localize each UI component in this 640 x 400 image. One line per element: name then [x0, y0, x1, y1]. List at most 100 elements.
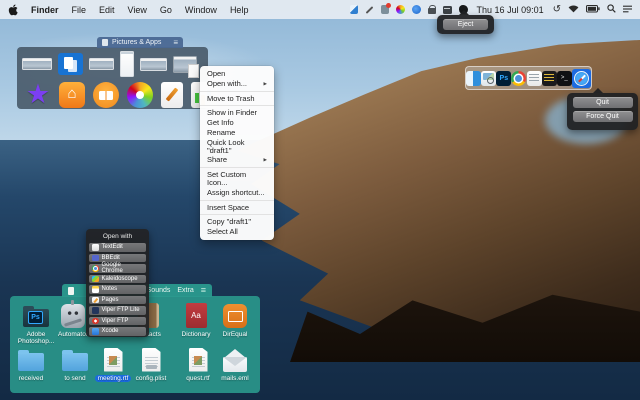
open-with-bbedit[interactable]: BBEdit	[89, 254, 146, 263]
selected-copy-thumbnail[interactable]	[58, 53, 83, 75]
hamburger-menu-icon[interactable]: ≡	[201, 286, 206, 295]
desktop: Finder File Edit View Go Window Help Thu…	[0, 0, 640, 400]
shelf-item-dictionary[interactable]: Aa Dictionary	[174, 302, 218, 338]
imovie-icon[interactable]: ★	[25, 82, 51, 108]
photoshop-icon[interactable]: Ps	[496, 71, 511, 86]
shelf-item-config-plist[interactable]: config.plist	[129, 346, 173, 382]
tab-document-icon	[68, 287, 74, 295]
menu-edit[interactable]: Edit	[99, 5, 115, 15]
tab-extra[interactable]: Extra	[177, 287, 193, 294]
menu-item-assign-shortcut[interactable]: Assign shortcut...	[200, 188, 274, 198]
open-with-textedit[interactable]: TextEdit	[89, 243, 146, 252]
menu-file[interactable]: File	[72, 5, 87, 15]
menu-help[interactable]: Help	[230, 5, 249, 15]
menu-view[interactable]: View	[128, 5, 147, 15]
menu-item-insert-space[interactable]: Insert Space	[200, 203, 274, 213]
menu-go[interactable]: Go	[160, 5, 172, 15]
chrome-icon[interactable]	[511, 71, 526, 86]
window-thumbnail[interactable]	[173, 56, 197, 73]
menu-item-rename[interactable]: Rename	[200, 128, 274, 138]
eject-button[interactable]: Eject	[443, 19, 488, 30]
shelf-item-received[interactable]: received	[9, 346, 53, 382]
selected-app-highlight	[572, 69, 591, 88]
menu-item-label: Move to Trash	[207, 95, 255, 103]
submenu-arrow-icon: ▶	[264, 80, 267, 88]
time-machine-icon[interactable]: ↺	[553, 5, 561, 14]
plist-document-icon	[142, 348, 161, 372]
terminal-icon[interactable]: >_	[557, 71, 572, 86]
pictures-apps-tab-title: Pictures & Apps	[112, 39, 161, 46]
item-label: quest.rtf	[186, 375, 209, 382]
menu-item-show-in-finder[interactable]: Show in Finder	[200, 108, 274, 118]
status-app-icon[interactable]	[350, 5, 358, 14]
spotlight-search-icon[interactable]	[607, 4, 616, 15]
item-label: received	[19, 375, 44, 382]
pictures-apps-tab[interactable]: Pictures & Apps ≡	[97, 37, 183, 48]
menu-item-share[interactable]: Share▶	[200, 155, 274, 165]
open-with-kaleidoscope[interactable]: Kaleidoscope	[89, 275, 146, 284]
viper-ftp-lite-icon	[92, 307, 99, 314]
menu-item-open[interactable]: Open	[200, 69, 274, 79]
thumbnail-row	[22, 51, 203, 77]
notes-icon	[92, 286, 99, 293]
books-icon[interactable]	[93, 82, 119, 108]
quit-button[interactable]: Quit	[573, 97, 633, 108]
menu-item-set-custom-icon[interactable]: Set Custom Icon...	[200, 170, 274, 188]
shelf-item-mails-eml[interactable]: mails.eml	[213, 346, 257, 382]
open-with-xcode[interactable]: Xcode	[89, 327, 146, 336]
chrome-icon	[92, 265, 99, 272]
screenshot-thumbnail[interactable]	[22, 58, 52, 70]
screenshot-thumbnail[interactable]	[140, 58, 167, 71]
photoshop-folder-icon: Ps	[23, 309, 49, 327]
home-app-icon[interactable]: ⌂	[59, 82, 85, 108]
menu-window[interactable]: Window	[185, 5, 217, 15]
color-wheel-status-icon[interactable]	[396, 5, 405, 14]
menu-item-label: Insert Space	[207, 204, 249, 212]
document-thumbnail[interactable]	[120, 51, 134, 77]
screenshot-thumbnail[interactable]	[89, 58, 114, 70]
menu-item-get-info[interactable]: Get Info	[200, 118, 274, 128]
lock-status-icon[interactable]	[428, 8, 436, 14]
popover-arrow	[593, 88, 603, 93]
pencil-status-icon[interactable]	[365, 6, 373, 14]
shelf-item-direqual[interactable]: DirEqual	[213, 302, 257, 338]
code-editor-icon[interactable]	[542, 71, 557, 86]
item-label: Dictionary	[182, 331, 211, 338]
menu-item-quick-look[interactable]: Quick Look "draft1"	[200, 138, 274, 156]
menu-item-label: Set Custom Icon...	[207, 171, 267, 187]
kaleidoscope-icon	[92, 276, 99, 283]
preview-icon[interactable]	[481, 71, 496, 86]
blue-circle-status-icon[interactable]	[412, 5, 421, 14]
menu-item-open-with[interactable]: Open with...▶	[200, 79, 274, 89]
menu-item-select-all[interactable]: Select All	[200, 227, 274, 237]
menu-separator	[200, 200, 274, 201]
app-label: Xcode	[102, 328, 119, 334]
photos-icon[interactable]	[127, 82, 153, 108]
open-with-pages[interactable]: Pages	[89, 296, 146, 305]
menu-bar-clock[interactable]: Thu 16 Jul 09:01	[477, 5, 544, 15]
tab-sounds[interactable]: Sounds	[147, 287, 171, 294]
safari-icon[interactable]	[574, 71, 589, 86]
open-with-notes[interactable]: Notes	[89, 285, 146, 294]
finder-icon[interactable]	[466, 71, 481, 86]
menu-item-move-to-trash[interactable]: Move to Trash	[200, 94, 274, 104]
badged-app-status-icon[interactable]	[381, 5, 389, 14]
wifi-icon[interactable]	[568, 4, 579, 15]
menu-finder[interactable]: Finder	[31, 5, 59, 15]
pages-icon[interactable]	[161, 82, 183, 108]
battery-icon[interactable]	[586, 5, 600, 15]
force-quit-button[interactable]: Force Quit	[573, 111, 633, 122]
apple-menu-icon[interactable]	[8, 4, 18, 16]
open-with-menu: Open with TextEdit BBEdit Google Chrome …	[86, 229, 149, 337]
item-label: config.plist	[136, 375, 167, 382]
menu-item-label: Copy "draft1"	[207, 218, 251, 226]
notification-center-icon[interactable]	[623, 5, 632, 15]
app-label: Viper FTP Lite	[102, 307, 140, 313]
open-with-viper-ftp-lite[interactable]: Viper FTP Lite	[89, 306, 146, 315]
open-with-viper-ftp[interactable]: Viper FTP	[89, 317, 146, 326]
eject-menu-icon[interactable]	[443, 6, 452, 14]
menu-item-copy[interactable]: Copy "draft1"	[200, 217, 274, 227]
textedit-icon[interactable]	[527, 71, 542, 86]
open-with-chrome[interactable]: Google Chrome	[89, 264, 146, 273]
hamburger-menu-icon[interactable]: ≡	[173, 39, 178, 47]
